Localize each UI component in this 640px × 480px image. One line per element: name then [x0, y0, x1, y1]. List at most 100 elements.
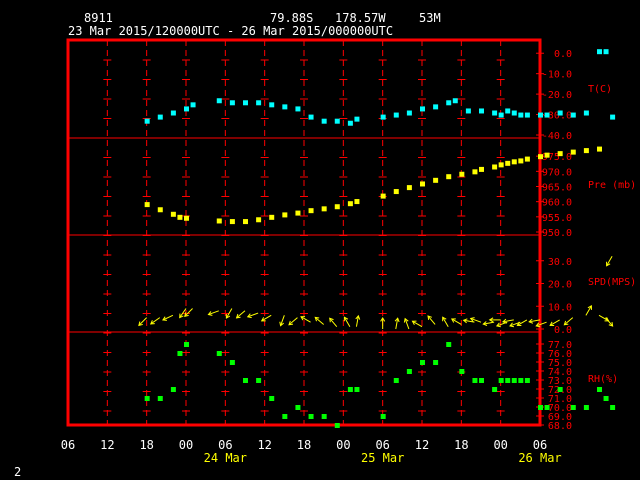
data-point: [216, 351, 222, 356]
y-tick-label: 955.0: [542, 213, 572, 224]
data-point: [524, 378, 530, 383]
data-point: [177, 214, 183, 220]
data-point: [190, 102, 196, 108]
data-point: [282, 104, 288, 110]
data-point: [505, 378, 511, 383]
data-point: [256, 217, 262, 223]
data-point: [321, 206, 327, 212]
y-tick-label: 960.0: [542, 198, 572, 209]
data-point: [498, 112, 504, 118]
data-point: [524, 112, 530, 118]
data-point: [157, 207, 163, 213]
x-tick-label: 06: [375, 438, 389, 452]
y-tick-label: 950.0: [542, 228, 572, 239]
data-point: [321, 414, 327, 419]
data-point: [465, 108, 471, 114]
data-point: [498, 378, 504, 383]
data-point: [144, 202, 150, 208]
data-point: [452, 98, 458, 104]
data-point: [334, 423, 340, 428]
data-point: [583, 110, 589, 116]
data-point: [321, 118, 327, 124]
data-point: [511, 110, 517, 116]
data-point: [538, 405, 543, 410]
data-point: [170, 211, 176, 217]
data-point: [570, 149, 576, 155]
x-tick-label: 06: [533, 438, 547, 452]
data-point: [446, 100, 452, 106]
data-point: [597, 49, 602, 55]
data-point: [544, 405, 550, 410]
x-day-label: 25 Mar: [361, 451, 404, 465]
data-point: [603, 49, 609, 55]
data-point: [479, 378, 484, 383]
data-point: [492, 164, 498, 170]
data-point: [446, 174, 452, 180]
data-point: [243, 219, 248, 225]
data-point: [479, 166, 484, 172]
data-point: [308, 114, 314, 120]
x-tick-label: 06: [61, 438, 75, 452]
data-point: [308, 414, 314, 419]
data-point: [184, 342, 189, 347]
data-point: [295, 405, 301, 410]
data-point: [505, 108, 511, 114]
data-point: [380, 114, 386, 120]
data-point: [243, 100, 248, 106]
y-tick-label: 965.0: [542, 183, 572, 194]
meteogram-chart: 06 12 18 00 06 12 18 00 06 12 18 00 0624 Mar 25 Mar 26…: [61, 38, 636, 465]
x-tick-label: 12: [415, 438, 429, 452]
data-point: [433, 177, 439, 183]
data-point: [557, 151, 563, 157]
panel-label: Pre (mb): [588, 180, 636, 191]
data-point: [538, 112, 543, 118]
data-point: [420, 106, 425, 112]
data-point: [157, 114, 163, 120]
data-point: [229, 219, 235, 225]
data-point: [170, 110, 176, 116]
data-point: [406, 110, 412, 116]
wind-arrow: [138, 317, 148, 326]
data-point: [597, 146, 602, 152]
y-tick-label: -40.0: [542, 131, 572, 142]
data-point: [334, 118, 340, 124]
x-tick-label: 18: [139, 438, 153, 452]
data-point: [243, 378, 248, 383]
data-point: [282, 414, 288, 419]
data-point: [393, 189, 399, 195]
data-point: [479, 108, 484, 114]
data-point: [420, 181, 425, 187]
data-point: [393, 378, 399, 383]
data-point: [557, 110, 563, 116]
x-tick-label: 12: [100, 438, 114, 452]
data-point: [229, 360, 235, 365]
panel-label: T(C): [588, 84, 612, 95]
data-point: [347, 120, 353, 126]
data-point: [603, 396, 609, 401]
data-point: [256, 100, 262, 106]
data-point: [144, 396, 150, 401]
data-point: [229, 100, 235, 106]
data-point: [295, 106, 301, 112]
data-point: [524, 156, 530, 162]
data-point: [433, 360, 439, 365]
y-tick-label: 68.0: [548, 421, 572, 432]
data-point: [177, 351, 183, 356]
data-point: [282, 212, 288, 218]
data-point: [184, 106, 189, 112]
x-tick-label: 12: [257, 438, 271, 452]
data-point: [347, 387, 353, 392]
y-tick-label: 0.0: [554, 325, 572, 336]
y-tick-label: 0.0: [554, 49, 572, 60]
data-point: [184, 215, 189, 221]
data-point: [505, 160, 511, 166]
data-point: [256, 378, 262, 383]
data-point: [420, 360, 425, 365]
y-tick-label: 20.0: [548, 280, 572, 291]
data-point: [144, 118, 150, 124]
data-point: [518, 378, 524, 383]
data-point: [570, 112, 576, 118]
data-point: [354, 199, 360, 205]
data-point: [380, 414, 386, 419]
data-point: [583, 148, 589, 154]
